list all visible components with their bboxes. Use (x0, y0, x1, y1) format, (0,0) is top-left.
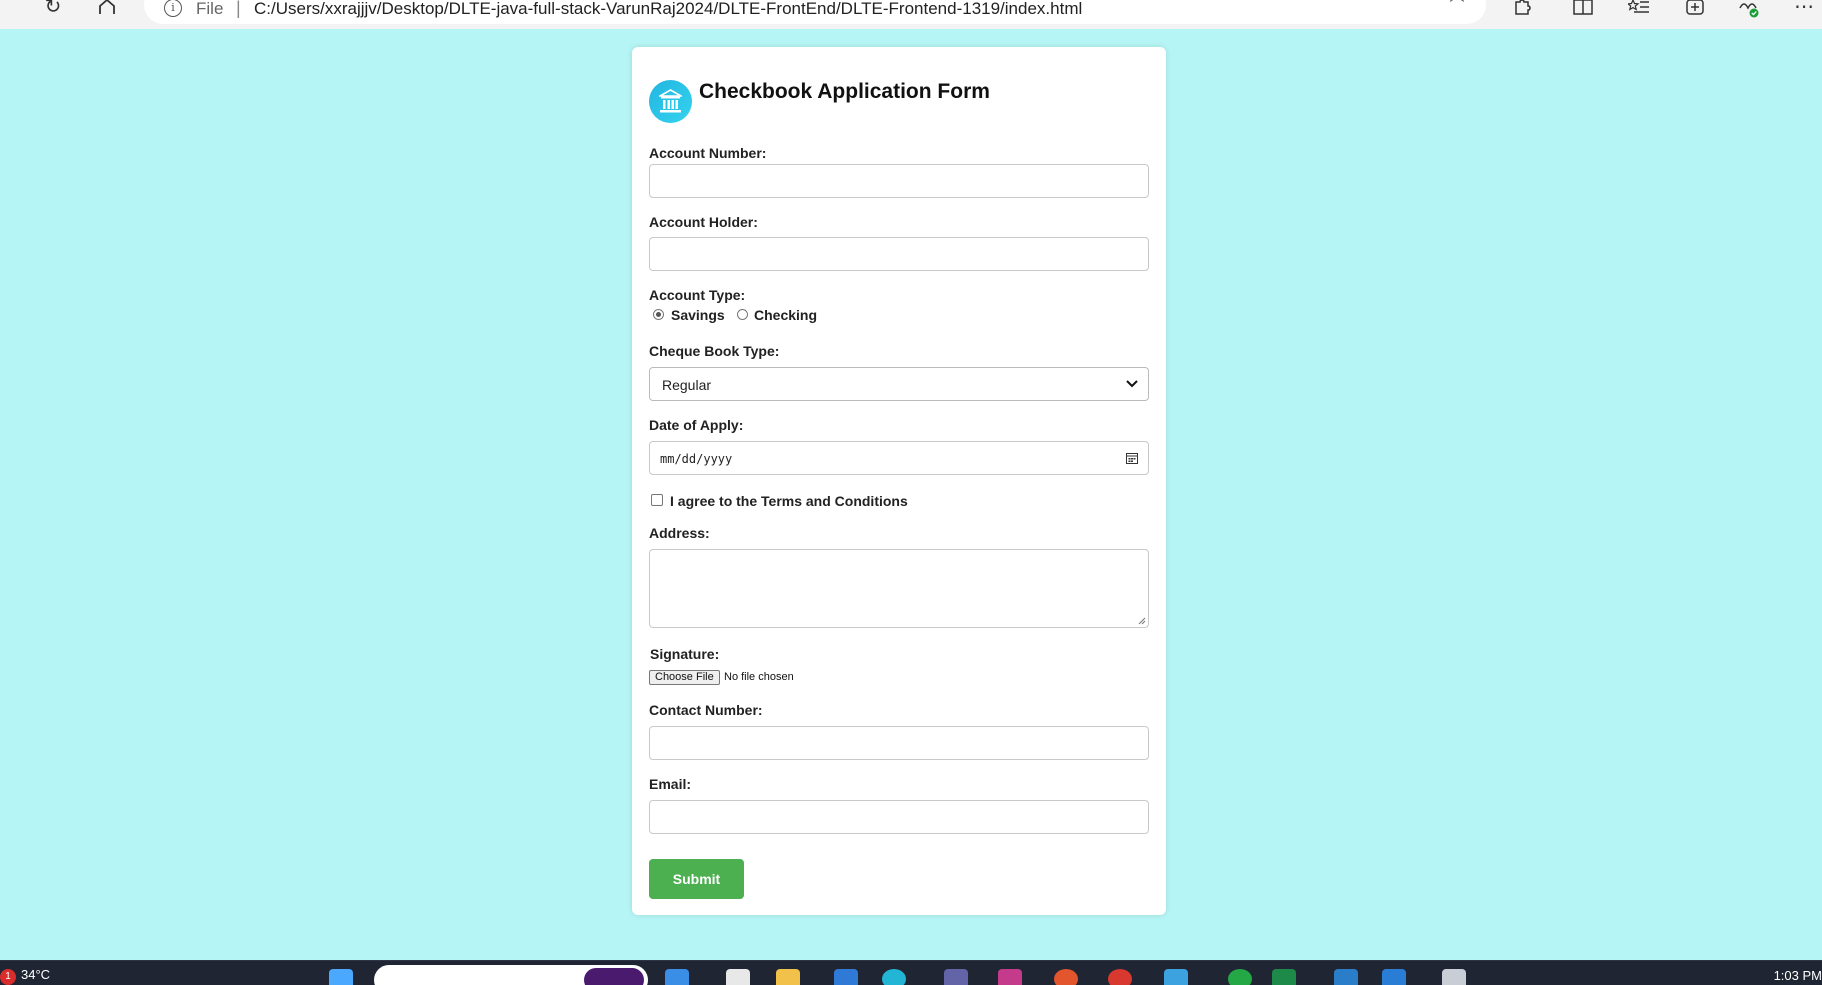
address-textarea[interactable] (649, 549, 1149, 628)
app-icon-2[interactable] (1054, 969, 1078, 985)
account-number-input[interactable] (649, 164, 1149, 198)
favorites-icon[interactable] (1626, 0, 1650, 17)
contact-number-label: Contact Number: (649, 702, 763, 718)
cheque-book-type-selected-value: Regular (662, 377, 712, 393)
app-icon[interactable] (998, 969, 1022, 985)
split-screen-icon[interactable] (1573, 0, 1593, 17)
contact-number-input[interactable] (649, 726, 1149, 760)
form-title: Checkbook Application Form (699, 80, 990, 103)
mail-icon[interactable] (834, 969, 858, 985)
account-type-label: Account Type: (649, 287, 746, 303)
collections-icon[interactable] (1685, 0, 1705, 17)
account-holder-input[interactable] (649, 237, 1149, 271)
start-icon[interactable] (329, 969, 353, 985)
choose-file-button[interactable]: Choose File (649, 670, 720, 685)
address-bar[interactable]: i File | C:/Users/xxrajjjv/Desktop/DLTE-… (144, 0, 1486, 24)
weather-temperature: 34°C (21, 967, 51, 982)
edge-icon[interactable] (882, 969, 906, 985)
home-icon[interactable] (96, 0, 118, 16)
resize-handle-icon[interactable] (1138, 617, 1146, 625)
taskbar-search[interactable] (374, 965, 648, 985)
cheque-book-type-label: Cheque Book Type: (649, 343, 780, 359)
savings-radio-label[interactable]: Savings (671, 307, 725, 323)
date-of-apply-label: Date of Apply: (649, 417, 744, 433)
date-placeholder: mm/dd/yyyy (660, 452, 733, 466)
signature-label: Signature: (650, 646, 720, 662)
address-separator: | (236, 0, 241, 18)
checking-radio[interactable] (737, 309, 748, 320)
favorite-star-icon[interactable] (1446, 0, 1468, 7)
bank-logo-icon (649, 80, 692, 123)
search-highlight-icon (584, 968, 644, 985)
account-number-label: Account Number: (649, 145, 767, 161)
chrome-icon[interactable] (1108, 969, 1132, 985)
windows-taskbar: 1 34°C 1:03 PM (0, 960, 1822, 985)
savings-radio[interactable] (653, 309, 664, 320)
weather-widget[interactable]: 1 34°C (0, 967, 50, 985)
refresh-icon[interactable]: ↻ (42, 0, 64, 17)
date-of-apply-input[interactable]: mm/dd/yyyy (649, 441, 1149, 475)
address-label: Address: (649, 525, 710, 541)
address-url[interactable]: C:/Users/xxrajjjv/Desktop/DLTE-java-full… (254, 0, 1082, 19)
chevron-down-icon (1126, 380, 1138, 388)
checking-radio-label[interactable]: Checking (754, 307, 817, 323)
check-app-icon[interactable] (1228, 969, 1252, 985)
file-explorer-icon[interactable] (776, 969, 800, 985)
task-view-icon[interactable] (726, 969, 750, 985)
copilot-icon[interactable] (665, 969, 689, 985)
calendar-app-icon[interactable] (1164, 969, 1188, 985)
calendar-icon[interactable] (1126, 452, 1138, 464)
browser-toolbar: ↻ i File | C:/Users/xxrajjjv/Desktop/DLT… (0, 0, 1822, 29)
app-icon-3[interactable] (1382, 969, 1406, 985)
excel-icon[interactable] (1272, 969, 1296, 985)
submit-button[interactable]: Submit (649, 859, 744, 899)
email-label: Email: (649, 776, 692, 792)
email-input[interactable] (649, 800, 1149, 834)
more-icon[interactable]: ⋯ (1794, 0, 1815, 17)
read-aloud-icon[interactable] (1397, 0, 1419, 7)
browser-essentials-icon[interactable] (1738, 0, 1760, 19)
extensions-icon[interactable] (1512, 0, 1532, 17)
address-scheme-label: File (196, 0, 224, 18)
taskbar-clock[interactable]: 1:03 PM (1774, 968, 1822, 983)
terms-label[interactable]: I agree to the Terms and Conditions (670, 493, 908, 509)
account-type-radio-group: Savings Checking (632, 307, 1166, 323)
notification-badge: 1 (0, 969, 16, 985)
app-icon-4[interactable] (1442, 969, 1466, 985)
file-status-text: No file chosen (724, 671, 794, 683)
site-info-icon[interactable]: i (164, 0, 182, 17)
teams-icon[interactable] (944, 969, 968, 985)
zoom-out-icon[interactable] (1347, 0, 1367, 7)
cheque-book-type-select[interactable]: Regular (649, 367, 1149, 401)
application-form-card: Checkbook Application Form Account Numbe… (632, 47, 1166, 915)
terms-checkbox[interactable] (651, 494, 663, 506)
vscode-icon[interactable] (1334, 969, 1358, 985)
account-holder-label: Account Holder: (649, 214, 758, 230)
